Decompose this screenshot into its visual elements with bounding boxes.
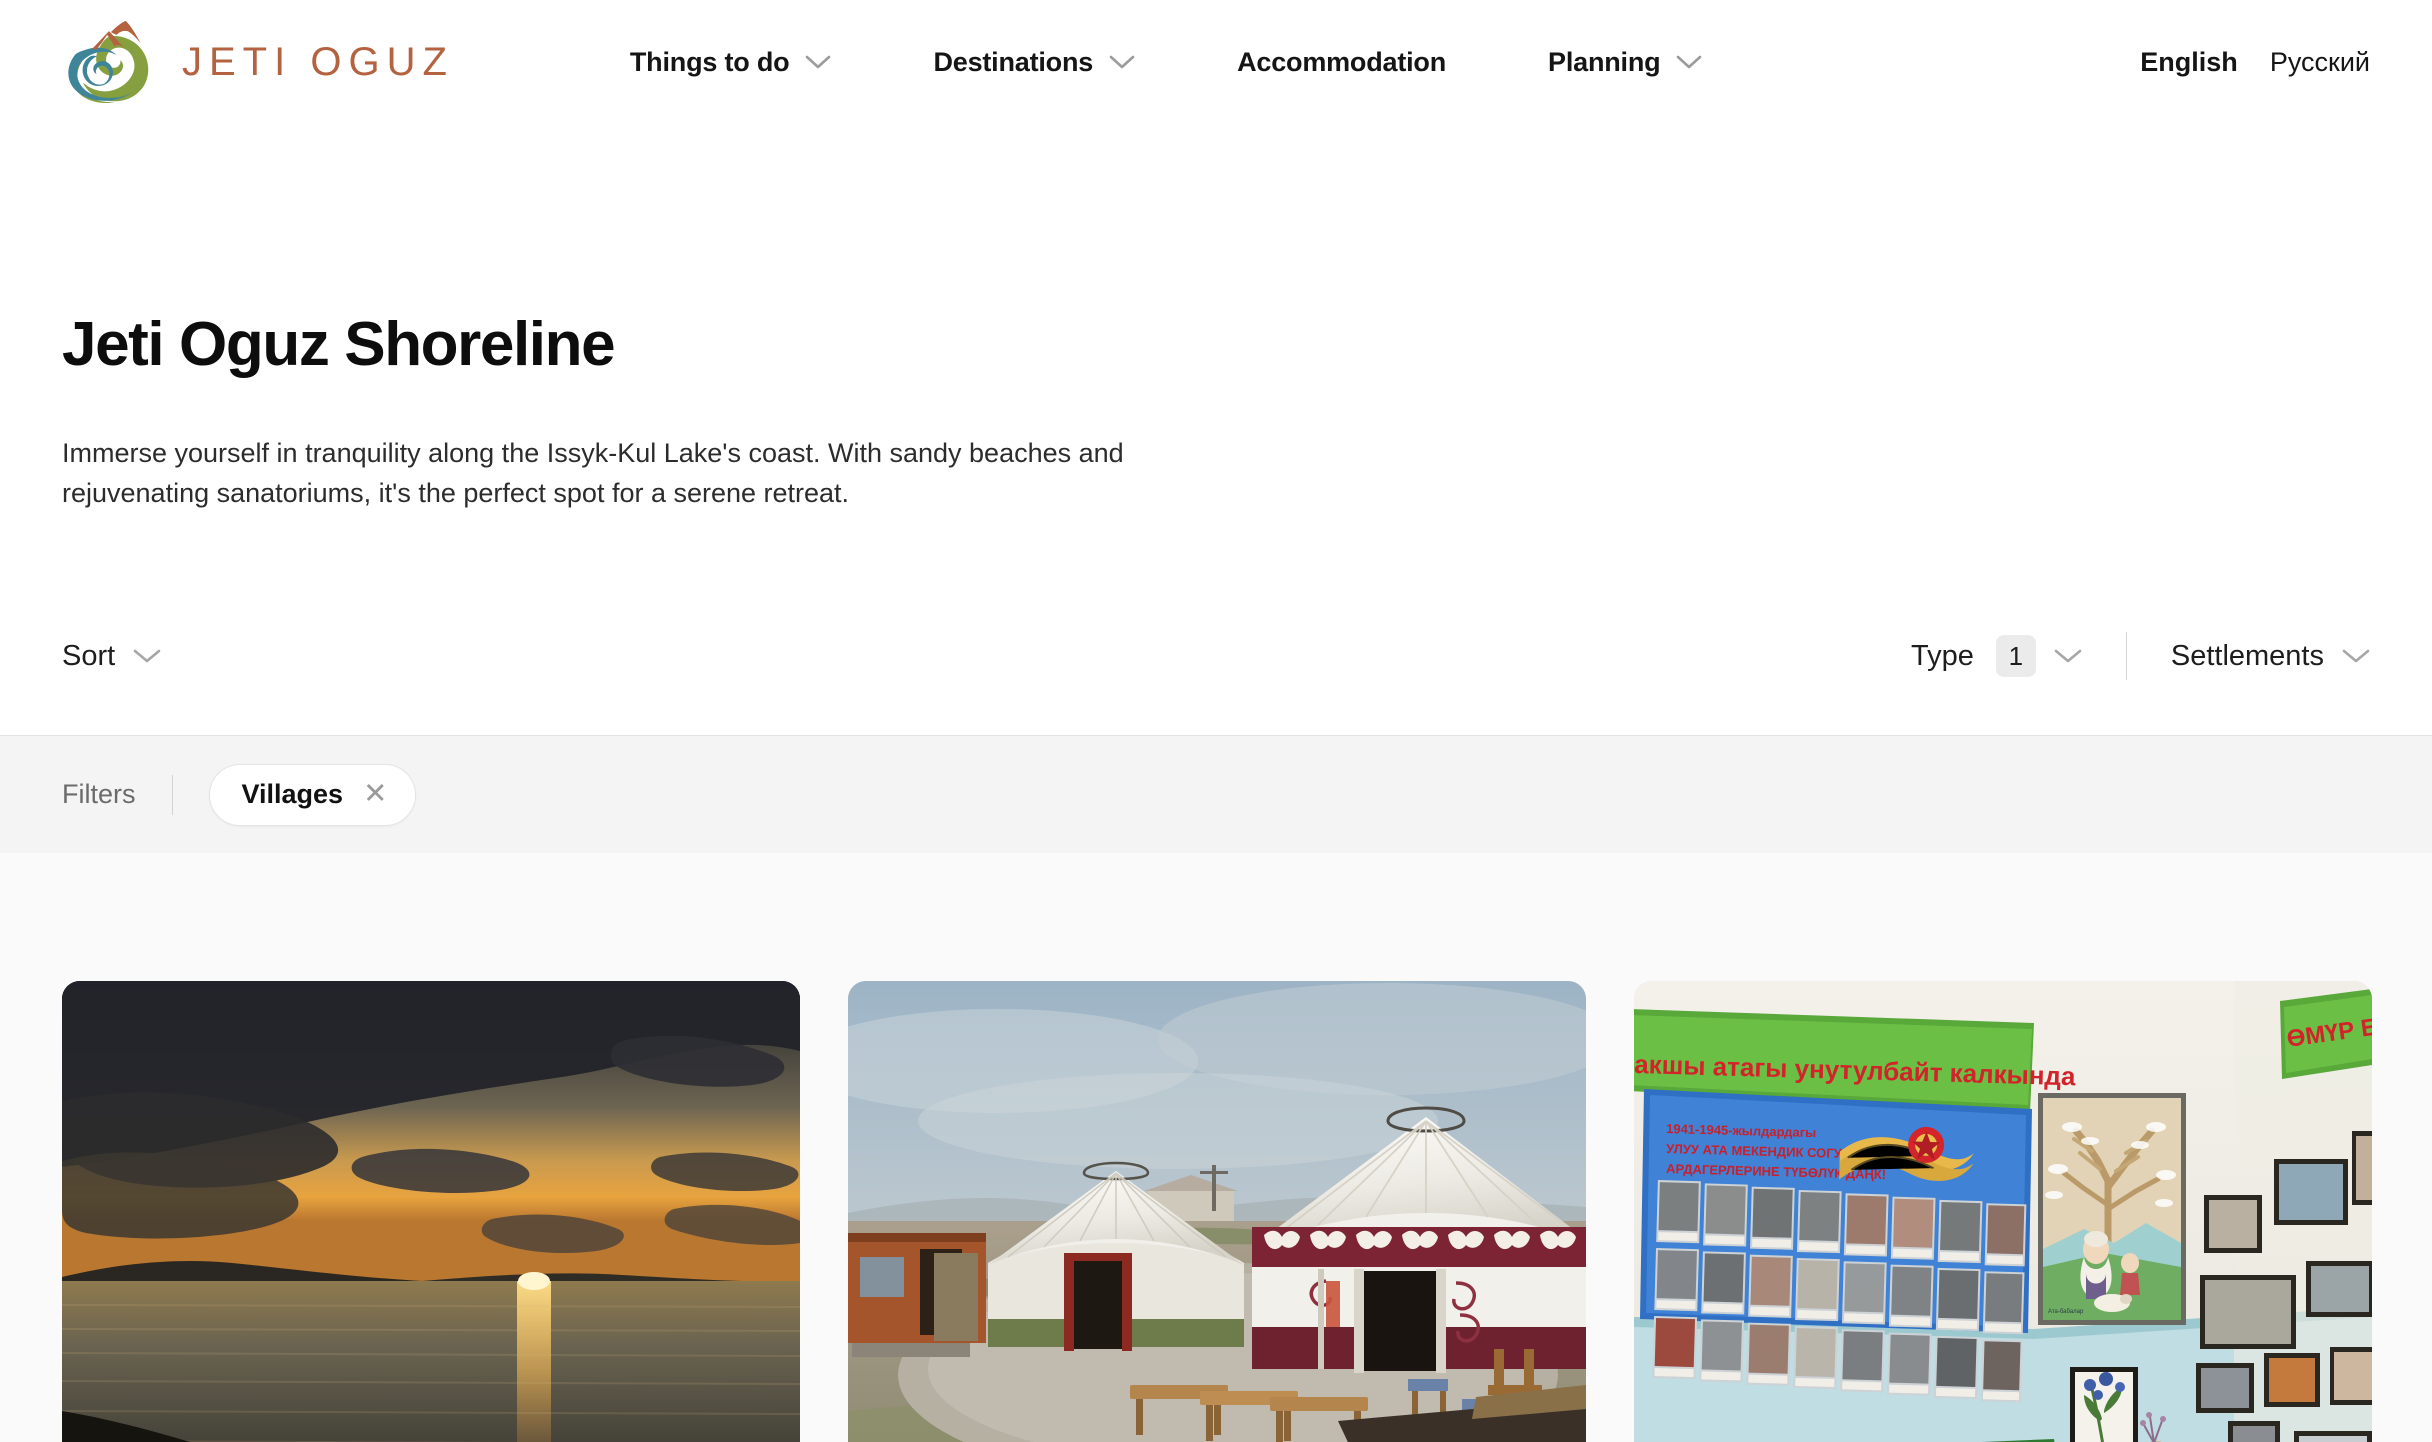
filter-dropdowns: Type 1 Settlements: [1910, 632, 2370, 681]
page-title: Jeti Oguz Shoreline: [62, 310, 616, 379]
chevron-down-icon: [1676, 55, 1702, 70]
filters-label: Filters: [62, 779, 136, 810]
nav-label: Planning: [1548, 46, 1661, 77]
nav-label: Destinations: [933, 46, 1094, 77]
nav-item-destinations[interactable]: Destinations: [933, 37, 1135, 88]
mountain-wave-circle-logo-icon: [62, 19, 156, 105]
card-image-village-museum: акшы атагы унутулбайт калкында ӨМҮР БИЗ …: [1634, 981, 2372, 1442]
site-header: JETI OGUZ Things to do Destinations Acco…: [0, 0, 2432, 124]
type-filter-dropdown[interactable]: Type 1: [1910, 635, 2082, 678]
filter-chip-label: Villages: [241, 779, 344, 810]
settlements-filter-dropdown[interactable]: Settlements: [2171, 640, 2370, 673]
result-card[interactable]: [62, 981, 800, 1442]
chevron-down-icon: [1109, 55, 1135, 70]
filter-chip-villages[interactable]: Villages ✕: [208, 763, 417, 826]
sort-label: Sort: [62, 639, 116, 672]
active-filters-bar: Filters Villages ✕: [0, 735, 2432, 854]
results-grid: акшы атагы унутулбайт калкында ӨМҮР БИЗ …: [62, 981, 2432, 1442]
nav-label: Accommodation: [1237, 46, 1447, 77]
nav-item-accommodation[interactable]: Accommodation: [1237, 37, 1446, 88]
chevron-down-icon: [2054, 648, 2082, 664]
filters-divider: [171, 774, 173, 815]
brand-logo[interactable]: JETI OGUZ: [62, 19, 454, 105]
result-card[interactable]: акшы атагы унутулбайт калкында ӨМҮР БИЗ …: [1634, 981, 2372, 1442]
card-image-sunset-lake: [62, 981, 800, 1442]
card-image-yurts: [848, 981, 1586, 1442]
hero-section: Jeti Oguz Shoreline Immerse yourself in …: [0, 124, 2432, 513]
language-option-english[interactable]: English: [2140, 47, 2238, 78]
nav-label: Things to do: [629, 46, 790, 77]
brand-name: JETI OGUZ: [182, 39, 454, 84]
controls-divider: [2125, 632, 2127, 681]
type-selected-count-badge: 1: [1995, 635, 2036, 678]
language-switcher: English Русский: [2140, 47, 2370, 78]
sort-dropdown[interactable]: Sort: [62, 640, 161, 673]
main-navigation: Things to do Destinations Accommodation …: [630, 37, 1703, 88]
type-label: Type: [1910, 639, 1974, 672]
results-grid-container: акшы атагы унутулбайт калкында ӨМҮР БИЗ …: [0, 853, 2432, 1442]
svg-text:Ата-бабалар: Ата-бабалар: [2048, 1309, 2084, 1315]
nav-item-planning[interactable]: Planning: [1548, 37, 1702, 88]
chevron-down-icon: [2342, 648, 2370, 664]
result-card[interactable]: [848, 981, 1586, 1442]
close-icon[interactable]: ✕: [363, 780, 387, 809]
page-description: Immerse yourself in tranquility along th…: [62, 438, 1124, 508]
nav-item-things-to-do[interactable]: Things to do: [630, 37, 832, 88]
controls-row: Sort Type 1 Settlements: [0, 625, 2432, 687]
chevron-down-icon: [805, 55, 831, 70]
chevron-down-icon: [133, 648, 161, 664]
settlements-label: Settlements: [2170, 639, 2324, 672]
language-option-russian[interactable]: Русский: [2270, 47, 2370, 78]
